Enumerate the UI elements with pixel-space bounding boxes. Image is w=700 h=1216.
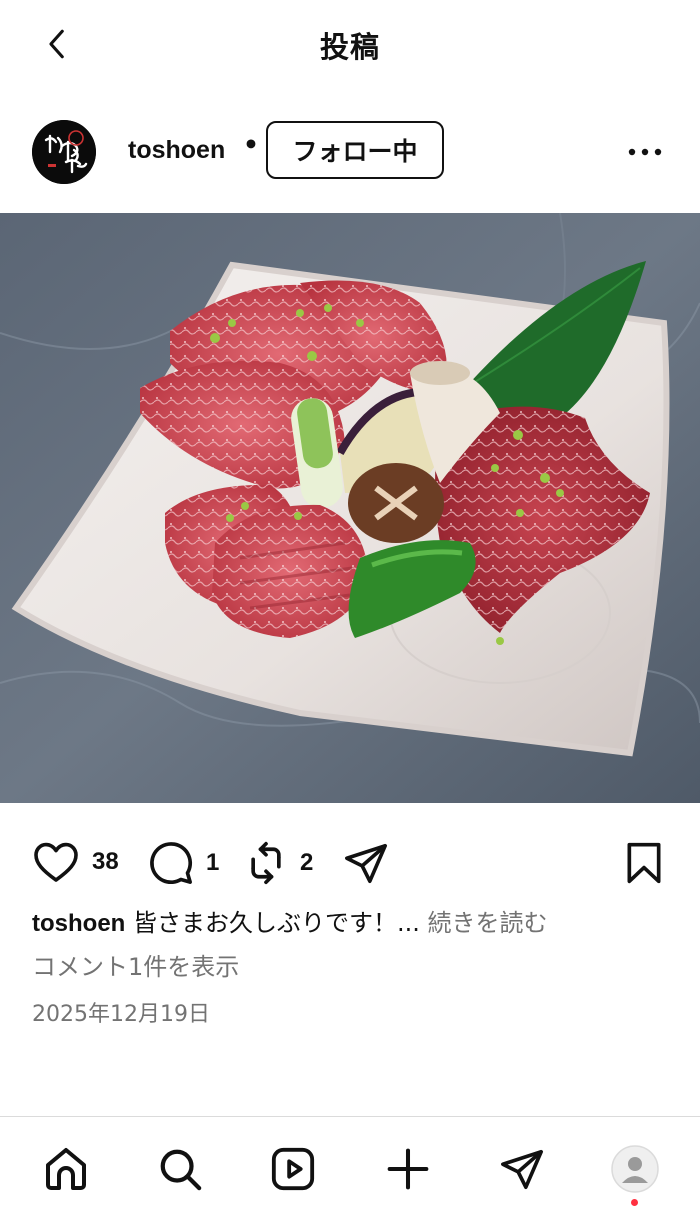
more-options-button[interactable] bbox=[620, 134, 670, 170]
food-photo bbox=[0, 213, 700, 803]
post-date: 2025年12月19日 bbox=[32, 1002, 210, 1027]
post-actions: 38 1 2 bbox=[0, 836, 700, 892]
paper-plane-icon bbox=[345, 843, 387, 884]
bookmark-icon bbox=[627, 842, 661, 884]
nav-reels[interactable] bbox=[265, 1141, 321, 1197]
nav-home[interactable] bbox=[38, 1141, 94, 1197]
reels-icon bbox=[271, 1147, 315, 1191]
following-button[interactable]: フォロー中 bbox=[266, 121, 444, 179]
brand-logo-icon bbox=[32, 120, 96, 184]
nav-profile[interactable] bbox=[607, 1141, 663, 1197]
plus-icon bbox=[387, 1148, 429, 1190]
nav-messages[interactable] bbox=[494, 1141, 550, 1197]
top-bar: 投稿 bbox=[0, 0, 700, 90]
repost-count: 2 bbox=[300, 849, 314, 876]
caption-text: 皆さまお久しぶりです！... bbox=[132, 909, 420, 937]
comment-icon bbox=[150, 842, 193, 885]
page-title: 投稿 bbox=[319, 30, 380, 64]
save-button[interactable] bbox=[622, 840, 666, 886]
share-button[interactable] bbox=[342, 840, 390, 886]
read-more-link[interactable]: 続きを読む bbox=[428, 909, 548, 937]
author-username[interactable]: toshoen bbox=[128, 136, 225, 165]
send-icon bbox=[501, 1149, 543, 1190]
bottom-navigation bbox=[0, 1116, 700, 1216]
comment-button[interactable]: 1 bbox=[148, 840, 219, 886]
nav-search[interactable] bbox=[152, 1141, 208, 1197]
caption-username[interactable]: toshoen bbox=[32, 910, 125, 937]
separator-dot: • bbox=[243, 130, 259, 159]
search-icon bbox=[160, 1149, 202, 1191]
heart-icon bbox=[34, 842, 78, 882]
profile-icon bbox=[611, 1145, 659, 1193]
nav-create[interactable] bbox=[380, 1141, 436, 1197]
view-comments-link[interactable]: コメント1件を表示 bbox=[32, 947, 239, 982]
comment-count: 1 bbox=[206, 849, 220, 876]
like-button[interactable]: 38 bbox=[32, 840, 119, 884]
repost-button[interactable]: 2 bbox=[244, 840, 313, 886]
like-count: 38 bbox=[92, 848, 119, 875]
avatar[interactable] bbox=[32, 120, 96, 184]
post-caption: toshoen 皆さまお久しぶりです！... 続きを読む bbox=[32, 905, 672, 942]
post-author-row: toshoen • フォロー中 bbox=[0, 112, 700, 192]
repost-icon bbox=[251, 841, 281, 885]
more-horizontal-icon bbox=[628, 148, 662, 156]
home-icon bbox=[46, 1148, 86, 1190]
post-image[interactable] bbox=[0, 213, 700, 803]
notification-dot bbox=[631, 1199, 638, 1206]
